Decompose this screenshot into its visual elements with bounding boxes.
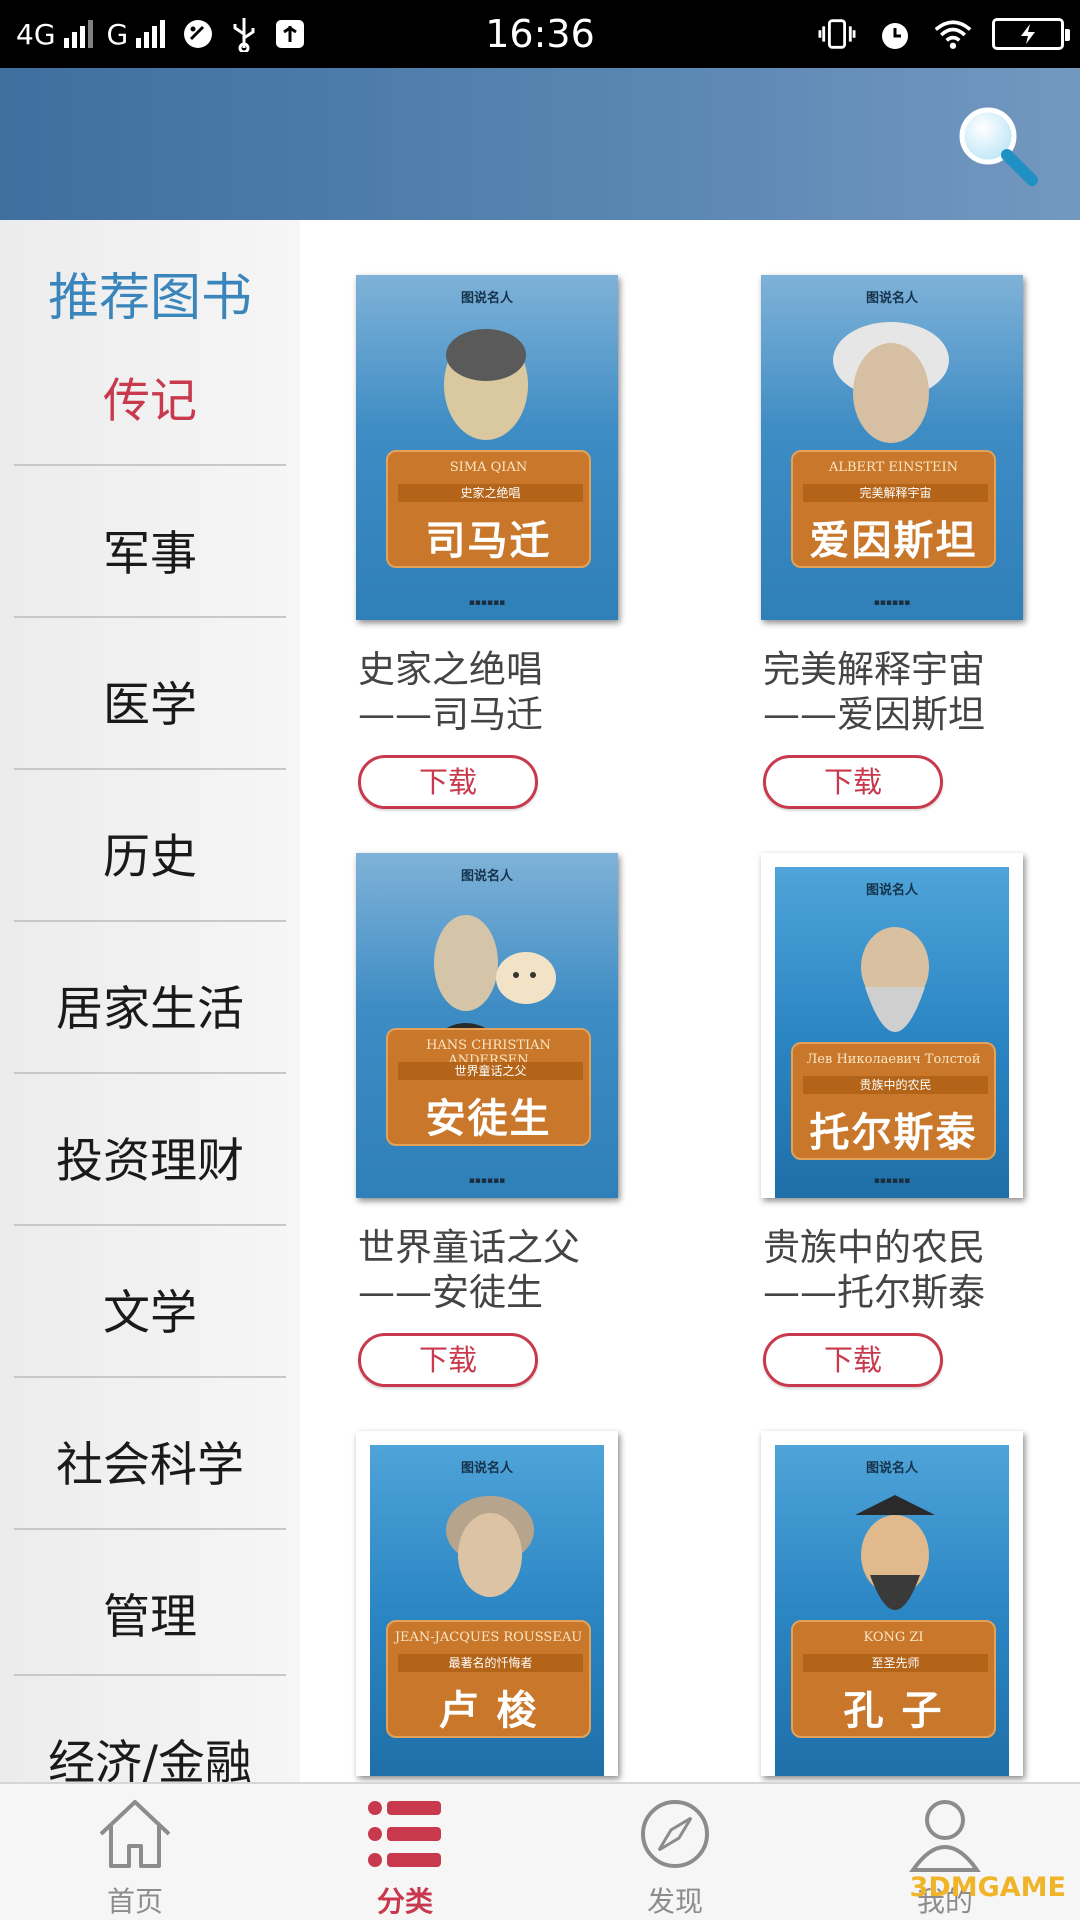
book-cover[interactable]: 图说名人 SIMA QIAN 史家之绝唱 司马迁 ▪▪▪▪▪▪ xyxy=(356,275,618,620)
cover-english-name: SIMA QIAN xyxy=(449,460,528,475)
book-cover[interactable]: 图说名人 KONG ZI 至圣先师 孔 子 xyxy=(761,1431,1023,1776)
sidebar-divider xyxy=(14,768,286,770)
cover-chinese-name: 司马迁 xyxy=(425,518,552,564)
app-header xyxy=(0,68,1080,220)
cover-label-box: JEAN-JACQUES ROUSSEAU 最著名的忏悔者 卢 梭 xyxy=(386,1620,591,1738)
cover-subtitle: 最著名的忏悔者 xyxy=(398,1654,583,1672)
cover-series-label: 图说名人 xyxy=(865,883,918,898)
sidebar-divider xyxy=(14,920,286,922)
download-button[interactable]: 下载 xyxy=(358,1333,538,1387)
download-button[interactable]: 下载 xyxy=(358,755,538,809)
book-cover[interactable]: 图说名人 HANS CHRISTIAN ANDERSEN 世界童话之父 安徒生 … xyxy=(356,853,618,1198)
cover-series-label: 图说名人 xyxy=(865,1461,918,1476)
cover-english-name: Лев Николаевич Толстой xyxy=(806,1052,981,1067)
nav-home-label: 首页 xyxy=(106,1885,163,1918)
user-icon xyxy=(909,1800,981,1872)
cover-chinese-name: 爱因斯坦 xyxy=(809,518,978,564)
nav-discover-label: 发现 xyxy=(646,1885,703,1918)
nav-discover[interactable]: 发现 xyxy=(540,1784,810,1920)
cover-label-box: SIMA QIAN 史家之绝唱 司马迁 xyxy=(386,450,591,568)
sidebar-item-investment[interactable]: 投资理财 xyxy=(14,1122,286,1191)
cover-publisher: ▪▪▪▪▪▪ xyxy=(873,598,911,608)
sidebar-divider xyxy=(14,616,286,618)
cover-publisher: ▪▪▪▪▪▪ xyxy=(873,1176,911,1186)
search-button[interactable] xyxy=(952,100,1042,190)
cover-inner: 图说名人 JEAN-JACQUES ROUSSEAU 最著名的忏悔者 卢 梭 xyxy=(370,1445,604,1776)
nav-home[interactable]: 首页 xyxy=(0,1784,270,1920)
wifi-icon xyxy=(934,15,972,53)
alarm-icon xyxy=(876,15,914,53)
home-icon xyxy=(99,1800,171,1868)
cover-label-box: ALBERT EINSTEIN 完美解释宇宙 爱因斯坦 xyxy=(791,450,996,568)
cover-inner: 图说名人 Лев Николаевич Толстой 贵族中的农民 托尔斯泰 … xyxy=(775,867,1009,1198)
sidebar-divider xyxy=(14,1674,286,1676)
cover-subtitle: 史家之绝唱 xyxy=(398,484,583,502)
cover-label-box: KONG ZI 至圣先师 孔 子 xyxy=(791,1620,996,1738)
cover-chinese-name: 托尔斯泰 xyxy=(809,1110,978,1156)
category-sidebar: 推荐图书 传记 军事 医学 历史 居家生活 投资理财 文学 社会科学 管理 经济… xyxy=(0,220,300,1782)
cover-english-name: KONG ZI xyxy=(863,1630,924,1645)
sidebar-item-social-science[interactable]: 社会科学 xyxy=(14,1426,286,1495)
cover-publisher: ▪▪▪▪▪▪ xyxy=(468,598,506,608)
cover-inner: 图说名人 KONG ZI 至圣先师 孔 子 xyxy=(775,1445,1009,1776)
sidebar-item-medicine[interactable]: 医学 xyxy=(14,666,286,735)
cover-chinese-name: 安徒生 xyxy=(425,1096,552,1142)
download-button[interactable]: 下载 xyxy=(763,1333,943,1387)
cover-chinese-name: 卢 梭 xyxy=(438,1688,539,1734)
cover-series-label: 图说名人 xyxy=(460,869,513,884)
cover-label-box: HANS CHRISTIAN ANDERSEN 世界童话之父 安徒生 xyxy=(386,1028,591,1146)
sidebar-item-military[interactable]: 军事 xyxy=(14,515,286,584)
battery-icon xyxy=(992,18,1070,50)
sidebar-item-management[interactable]: 管理 xyxy=(14,1578,286,1647)
book-title[interactable]: 史家之绝唱 ——司马迁 xyxy=(358,647,688,737)
list-icon xyxy=(368,1801,441,1867)
sidebar-divider xyxy=(14,1528,286,1530)
book-title[interactable]: 完美解释宇宙 ——爱因斯坦 xyxy=(763,647,1080,737)
vibrate-icon xyxy=(818,15,856,53)
cover-series-label: 图说名人 xyxy=(865,291,918,306)
cover-series-label: 图说名人 xyxy=(460,1461,513,1476)
cover-subtitle: 完美解释宇宙 xyxy=(803,484,988,502)
cover-english-name: JEAN-JACQUES ROUSSEAU xyxy=(394,1630,583,1645)
sidebar-item-home-living[interactable]: 居家生活 xyxy=(14,970,286,1039)
status-right xyxy=(818,0,1070,68)
sidebar-divider xyxy=(14,1072,286,1074)
cover-publisher: ▪▪▪▪▪▪ xyxy=(468,1176,506,1186)
book-cover[interactable]: 图说名人 ALBERT EINSTEIN 完美解释宇宙 爱因斯坦 ▪▪▪▪▪▪ xyxy=(761,275,1023,620)
search-icon xyxy=(959,107,1038,186)
cover-subtitle: 贵族中的农民 xyxy=(803,1076,988,1094)
book-title[interactable]: 贵族中的农民 ——托尔斯泰 xyxy=(763,1225,1080,1315)
nav-category[interactable]: 分类 xyxy=(270,1784,540,1920)
cover-series-label: 图说名人 xyxy=(460,291,513,306)
cover-subtitle: 世界童话之父 xyxy=(398,1062,583,1080)
book-cover[interactable]: 图说名人 JEAN-JACQUES ROUSSEAU 最著名的忏悔者 卢 梭 xyxy=(356,1431,618,1776)
sidebar-divider xyxy=(14,464,286,466)
status-bar: 4G G 16:36 xyxy=(0,0,1080,68)
book-cover[interactable]: 图说名人 Лев Николаевич Толстой 贵族中的农民 托尔斯泰 … xyxy=(761,853,1023,1198)
sidebar-item-literature[interactable]: 文学 xyxy=(14,1274,286,1343)
cover-english-name: ALBERT EINSTEIN xyxy=(828,460,958,475)
cover-label-box: Лев Николаевич Толстой 贵族中的农民 托尔斯泰 xyxy=(791,1042,996,1160)
nav-category-label: 分类 xyxy=(376,1885,433,1918)
compass-icon xyxy=(641,1800,709,1868)
sidebar-item-history[interactable]: 历史 xyxy=(14,818,286,887)
book-title[interactable]: 世界童话之父 ——安徒生 xyxy=(358,1225,688,1315)
sidebar-divider xyxy=(14,1376,286,1378)
watermark-logo: 3DMGAME xyxy=(909,1872,1066,1903)
download-button[interactable]: 下载 xyxy=(763,755,943,809)
sidebar-item-biography-selected[interactable]: 传记 xyxy=(14,362,286,431)
sidebar-divider xyxy=(14,1224,286,1226)
cover-subtitle: 至圣先师 xyxy=(803,1654,988,1672)
cover-chinese-name: 孔 子 xyxy=(843,1688,944,1734)
sidebar-item-recommended[interactable]: 推荐图书 xyxy=(14,256,286,330)
sidebar-item-economy-finance[interactable]: 经济/金融 xyxy=(14,1724,286,1782)
